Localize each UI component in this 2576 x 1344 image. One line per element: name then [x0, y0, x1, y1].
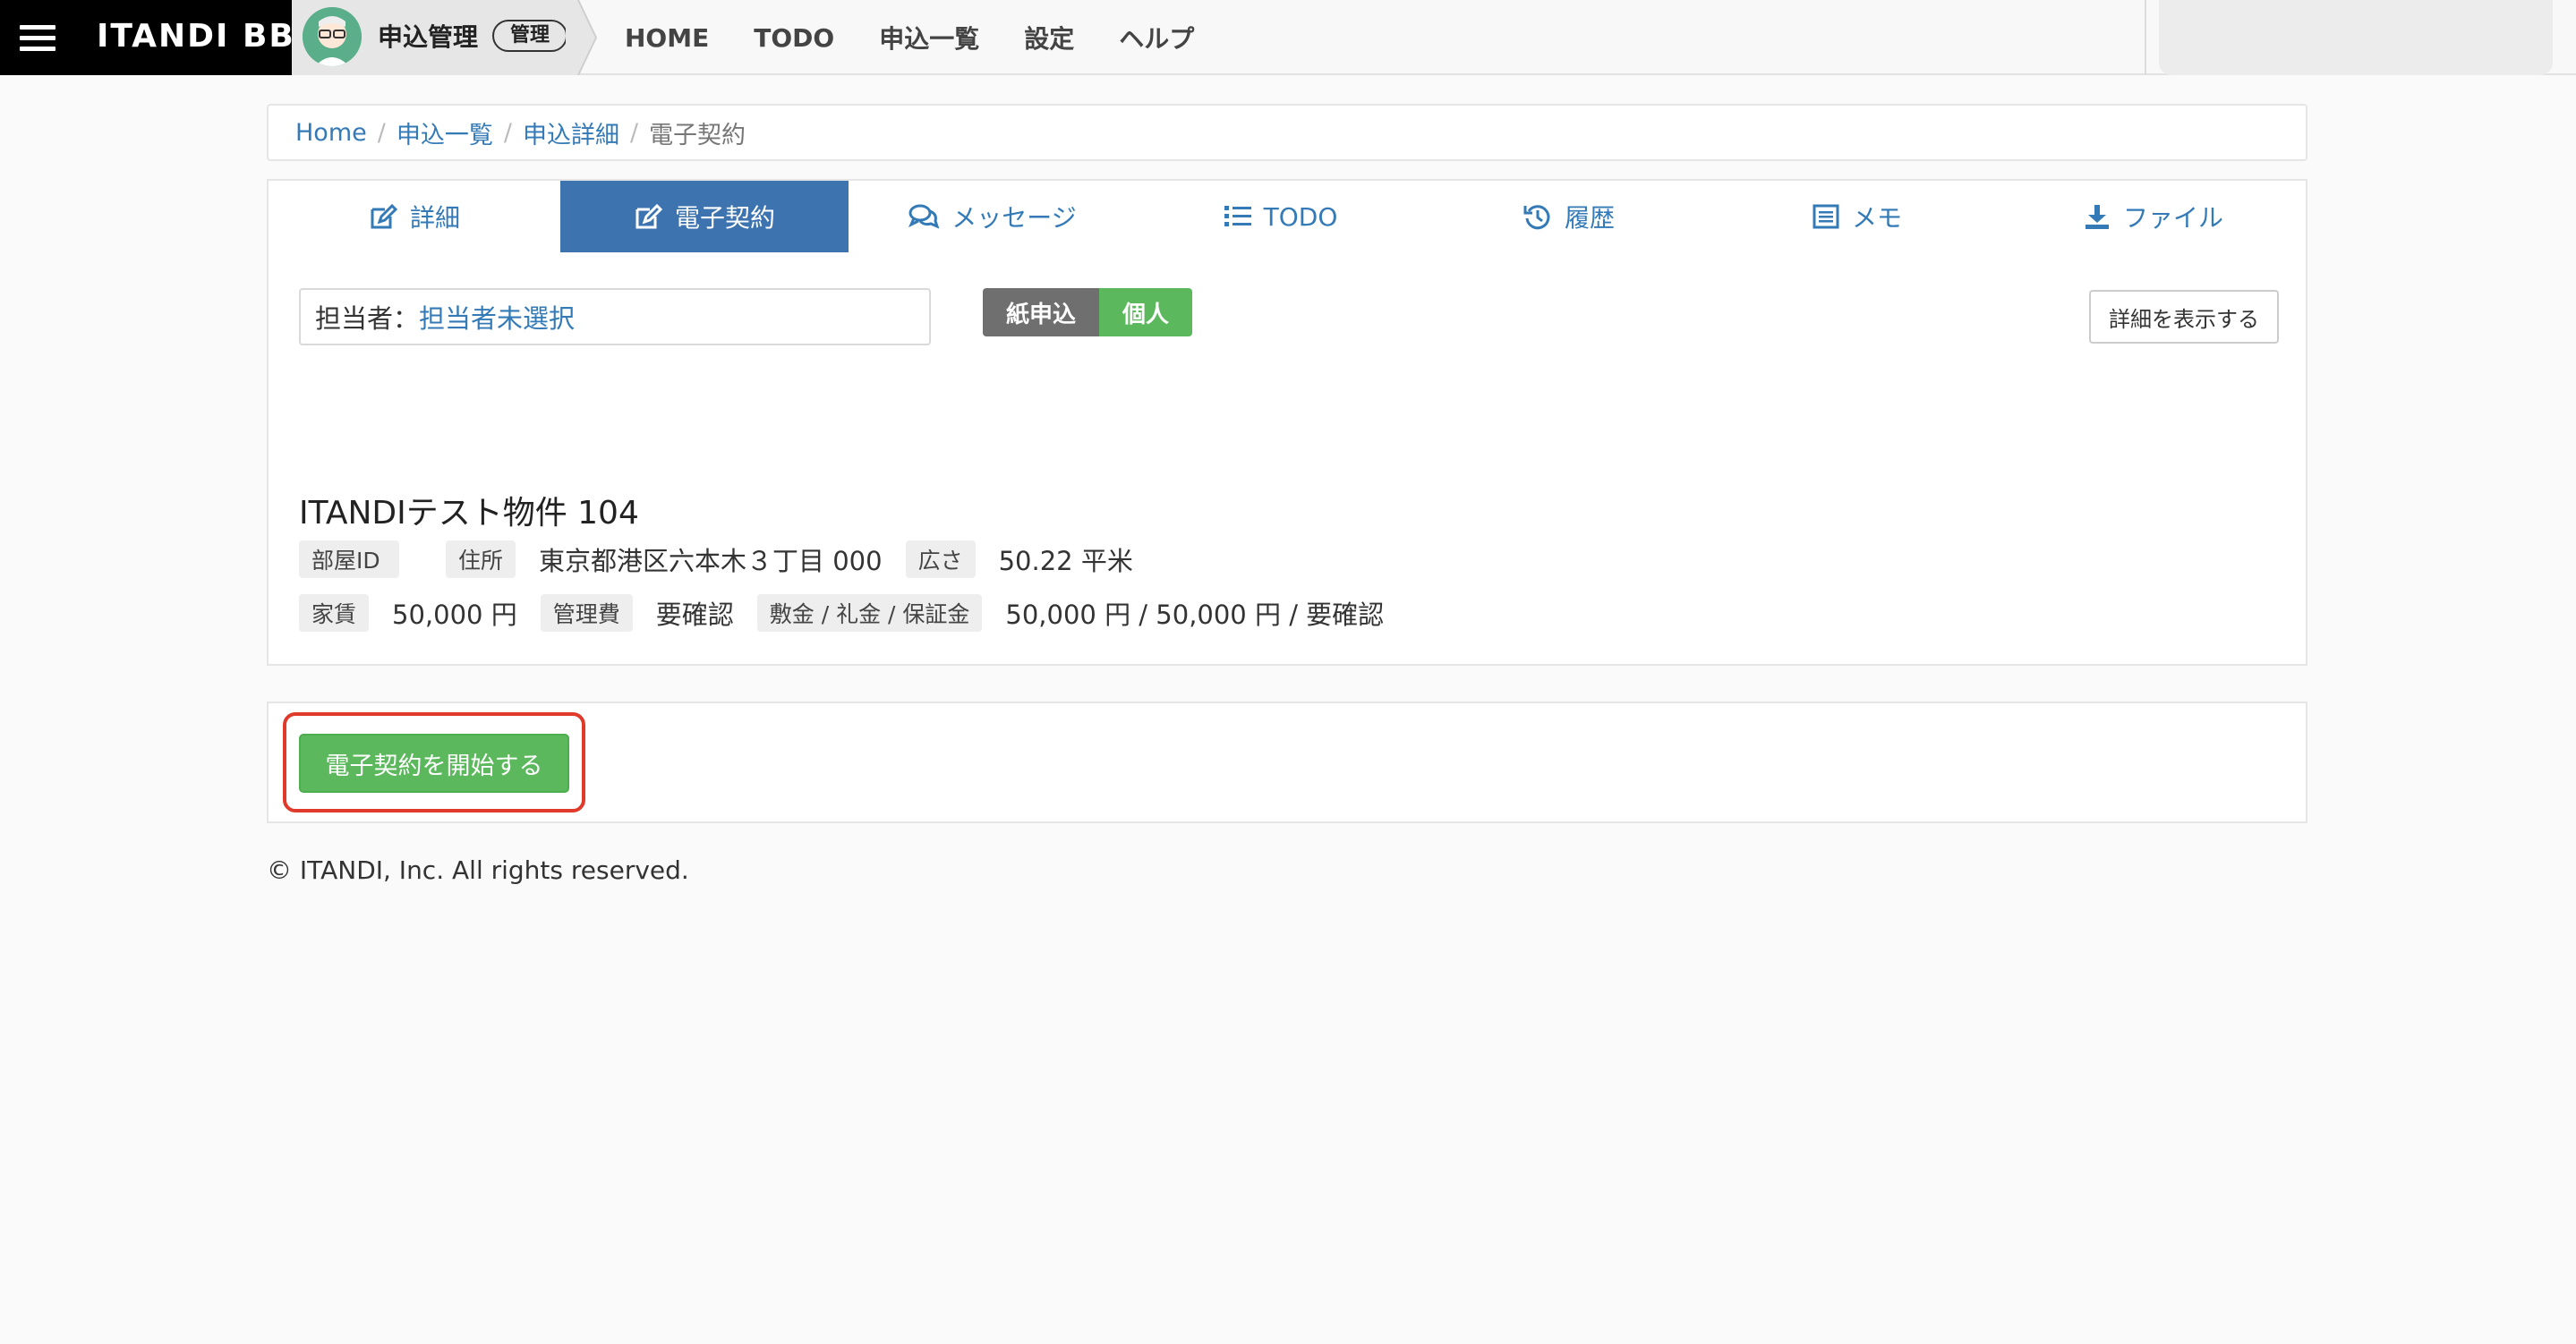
address-value: 東京都港区六本木３丁目 000	[539, 546, 883, 576]
breadcrumb-separator: /	[377, 118, 386, 147]
comments-icon	[908, 204, 940, 229]
application-badges: 紙申込 個人	[983, 288, 1193, 336]
breadcrumb: Home / 申込一覧 / 申込詳細 / 電子契約	[267, 104, 2307, 161]
breadcrumb-current: 電子契約	[649, 121, 746, 149]
room-id-label: 部屋ID	[299, 540, 399, 578]
nav-divider	[2145, 0, 2146, 75]
start-e-contract-button[interactable]: 電子契約を開始する	[299, 734, 569, 793]
user-menu[interactable]	[2159, 0, 2553, 75]
download-icon	[2085, 205, 2109, 229]
nav-settings[interactable]: 設定	[1024, 20, 1074, 55]
assignee-value-link[interactable]: 担当者未選択	[419, 298, 575, 336]
brand-logo[interactable]: ITANDI BB	[97, 18, 295, 55]
footer-copyright: © ITANDI, Inc. All rights reserved.	[267, 855, 689, 885]
breadcrumb-separator: /	[629, 118, 639, 147]
nav-help[interactable]: ヘルプ	[1119, 20, 1194, 55]
tab-e-contract[interactable]: 電子契約	[560, 181, 849, 252]
action-panel: 電子契約を開始する	[267, 702, 2307, 823]
property-name: ITANDIテスト物件 104	[299, 495, 639, 532]
main-nav: HOME TODO 申込一覧 設定 ヘルプ	[625, 0, 1239, 75]
rent-value: 50,000 円	[392, 600, 517, 630]
top-navbar: ITANDI BB 申込管理 管理 HOME TODO 申込一覧 設定 ヘルプ	[0, 0, 2576, 75]
breadcrumb-separator: /	[503, 118, 512, 147]
avatar	[303, 7, 362, 66]
property-info-row-1: 部屋ID 住所 東京都港区六本木３丁目 000 広さ 50.22 平米	[299, 540, 1156, 578]
tab-label: 詳細	[409, 203, 460, 233]
tab-bar: 詳細 電子契約 メッセージ TODO 履歴 メモ ファイル	[267, 179, 2307, 254]
tab-detail[interactable]: 詳細	[269, 181, 560, 252]
breadcrumb-home[interactable]: Home	[295, 119, 367, 147]
tab-memo[interactable]: メモ	[1713, 181, 2001, 252]
memo-icon	[1813, 204, 1839, 229]
breadcrumb-arrow-icon	[566, 0, 598, 75]
address-label: 住所	[446, 540, 516, 578]
app-switcher[interactable]: 申込管理 管理	[292, 0, 568, 75]
tab-label: TODO	[1263, 201, 1338, 232]
deposit-value: 50,000 円 / 50,000 円 / 要確認	[1005, 600, 1385, 630]
breadcrumb-application-list[interactable]: 申込一覧	[397, 115, 493, 150]
app-title: 申込管理	[378, 22, 479, 52]
edit-icon	[371, 203, 397, 229]
nav-todo[interactable]: TODO	[754, 23, 834, 53]
history-icon	[1523, 205, 1550, 230]
hamburger-menu-icon[interactable]	[20, 20, 55, 55]
tab-label: 履歴	[1564, 203, 1615, 233]
nav-application-list[interactable]: 申込一覧	[879, 20, 979, 55]
area-label: 広さ	[905, 540, 976, 578]
tab-todo[interactable]: TODO	[1137, 181, 1425, 252]
nav-home[interactable]: HOME	[625, 23, 709, 53]
show-detail-button[interactable]: 詳細を表示する	[2089, 290, 2279, 344]
tab-label: メッセージ	[951, 203, 1077, 233]
edit-icon	[635, 203, 662, 229]
breadcrumb-application-detail[interactable]: 申込詳細	[523, 115, 619, 150]
tab-label: メモ	[1851, 203, 1902, 233]
rent-label: 家賃	[299, 594, 370, 632]
list-icon	[1224, 206, 1251, 226]
management-fee-value: 要確認	[655, 600, 734, 630]
tab-files[interactable]: ファイル	[2001, 181, 2306, 252]
deposit-label: 敷金 / 礼金 / 保証金	[756, 594, 983, 632]
personal-badge: 個人	[1099, 288, 1193, 336]
e-contract-panel: 担当者： 担当者未選択 紙申込 個人 詳細を表示する ITANDIテスト物件 1…	[267, 252, 2307, 666]
property-info-row-2: 家賃 50,000 円 管理費 要確認 敷金 / 礼金 / 保証金 50,000…	[299, 594, 1407, 632]
tab-label: ファイル	[2122, 203, 2223, 233]
tab-history[interactable]: 履歴	[1425, 181, 1713, 252]
area-value: 50.22 平米	[998, 546, 1133, 576]
paper-application-badge: 紙申込	[983, 288, 1100, 336]
tab-label: 電子契約	[674, 203, 775, 233]
assignee-field[interactable]: 担当者： 担当者未選択	[299, 288, 931, 345]
brand-area: ITANDI BB	[0, 0, 295, 75]
tab-messages[interactable]: メッセージ	[849, 181, 1137, 252]
admin-badge: 管理	[492, 20, 568, 52]
management-fee-label: 管理費	[540, 594, 633, 632]
assignee-label: 担当者：	[315, 303, 420, 334]
